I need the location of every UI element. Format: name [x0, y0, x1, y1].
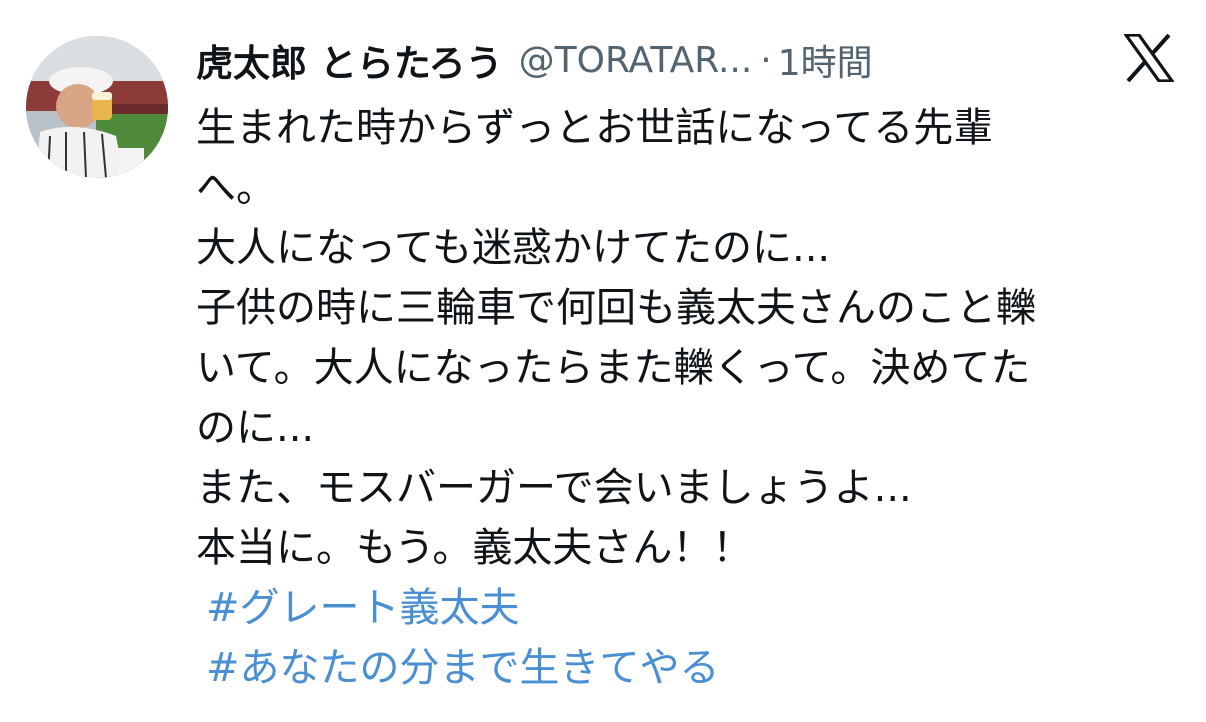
- tweet-text-line: 本当に。もう。義太夫さん！！: [196, 525, 753, 571]
- tweet-text-line: 生まれた時からずっとお世話になってる先輩: [196, 105, 994, 151]
- tweet-header: 虎太郎 とらたろう @TORATAR... · 1時間: [196, 30, 873, 90]
- timestamp[interactable]: 1時間: [778, 34, 873, 86]
- tweet-text-line: 子供の時に三輪車で何回も義太夫さんのこと轢: [196, 285, 1036, 331]
- user-avatar[interactable]: [26, 36, 168, 178]
- tweet-text-line: いて。大人になったらまた轢くって。決めてた: [196, 345, 1031, 391]
- x-logo-icon[interactable]: [1122, 33, 1176, 83]
- user-handle[interactable]: @TORATAR...: [519, 40, 753, 81]
- avatar-photo: [26, 36, 168, 178]
- display-name[interactable]: 虎太郎 とらたろう: [196, 33, 503, 87]
- tweet-text-line: のに...: [196, 405, 315, 451]
- tweet-text-line: へ。: [196, 165, 276, 211]
- tweet-card: 虎太郎 とらたろう @TORATAR... · 1時間 生まれた時からずっとお世…: [0, 0, 1206, 722]
- hashtag-link[interactable]: #あなたの分まで生きてやる: [196, 638, 1156, 698]
- header-separator: ·: [760, 39, 772, 81]
- tweet-body: 生まれた時からずっとお世話になってる先輩 へ。 大人になっても迷惑かけてたのに.…: [196, 98, 1156, 698]
- hashtag-link[interactable]: #グレート義太夫: [196, 578, 1156, 638]
- tweet-text-line: また、モスバーガーで会いましょうよ...: [196, 465, 912, 511]
- tweet-text-line: 大人になっても迷惑かけてたのに...: [196, 225, 831, 271]
- x-logo-glyph: [1122, 33, 1176, 83]
